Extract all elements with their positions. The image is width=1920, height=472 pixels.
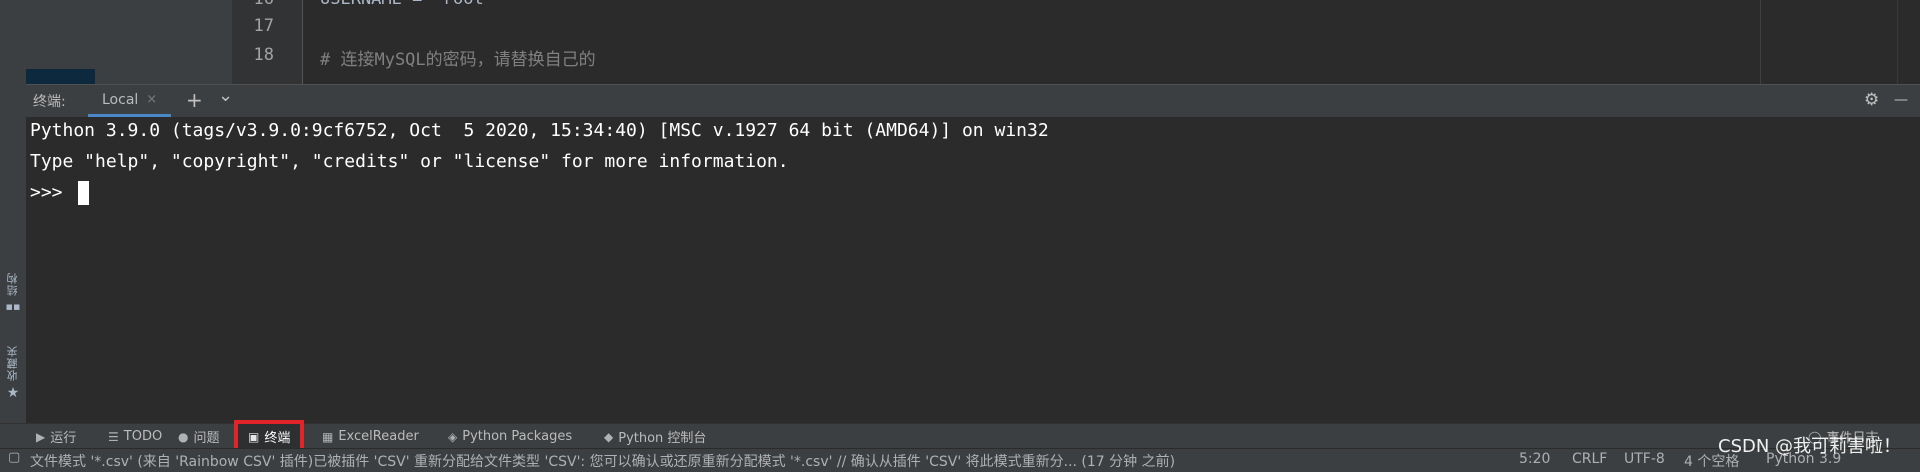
status-bar: ▢ 文件模式 '*.csv' (来自 'Rainbow CSV' 插件)已被插件… [0, 448, 1920, 472]
tool-window-todo[interactable]: ☰ TODO [108, 424, 162, 449]
packages-icon: ◈ [448, 429, 458, 444]
terminal-prompt: >>> [30, 182, 74, 203]
excel-icon: ▦ [322, 429, 334, 444]
tool-window-bar: ▶ 运行 ☰ TODO ● 问题 ▣ 终端 ▦ ExcelReader ◈ Py… [0, 420, 1920, 453]
tool-window-label: 运行 [50, 431, 77, 446]
tool-window-excelreader[interactable]: ▦ ExcelReader [322, 424, 419, 449]
favorites-label: 收藏夹 [6, 345, 19, 381]
tool-window-problems[interactable]: ● 问题 [178, 424, 220, 449]
problems-icon: ● [178, 429, 189, 444]
python-console-icon: ◆ [604, 429, 614, 444]
tab-local[interactable]: Local × [88, 85, 172, 117]
minimize-icon[interactable]: — [1894, 89, 1908, 111]
add-tab-icon[interactable]: + [186, 89, 203, 111]
terminal-header: 终端: Local × + ⌄ ⚙ — [26, 84, 1920, 118]
terminal-cursor [78, 181, 89, 205]
close-icon[interactable]: × [146, 92, 157, 107]
gear-icon[interactable]: ⚙ [1864, 89, 1879, 111]
line-number: 16 [254, 0, 274, 9]
tool-window-label: 终端 [264, 431, 291, 446]
favorites-tool-button[interactable]: 收藏夹 ★ [2, 345, 24, 401]
chevron-down-icon[interactable]: ⌄ [218, 85, 233, 107]
file-encoding[interactable]: UTF-8 [1624, 451, 1665, 467]
layout-icon[interactable]: ▢ [8, 450, 20, 465]
structure-tool-button[interactable]: 结构 ▪▪ [2, 272, 24, 313]
tool-window-python-console[interactable]: ◆ Python 控制台 [604, 424, 706, 449]
structure-icon: ▪▪ [5, 300, 21, 313]
tool-window-python-packages[interactable]: ◈ Python Packages [448, 424, 572, 449]
terminal-line: Python 3.9.0 (tags/v3.9.0:9cf6752, Oct 5… [30, 120, 1049, 141]
tool-window-label: Python 控制台 [618, 431, 707, 446]
terminal-output[interactable]: Python 3.9.0 (tags/v3.9.0:9cf6752, Oct 5… [26, 117, 1920, 423]
line-gutter: 16 17 18 [232, 0, 303, 84]
tool-window-run[interactable]: ▶ 运行 [36, 424, 76, 449]
todo-icon: ☰ [108, 429, 119, 444]
caret-position[interactable]: 5:20 [1519, 451, 1550, 467]
star-icon: ★ [6, 385, 20, 401]
terminal-line: Type "help", "copyright", "credits" or "… [30, 151, 789, 172]
code-line[interactable]: USERNAME = 'root' [320, 0, 494, 9]
tool-window-label: TODO [123, 429, 163, 444]
project-panel [26, 0, 232, 84]
line-number: 17 [253, 16, 274, 36]
csdn-watermark: CSDN @我可莉害啦！ [1718, 436, 1902, 457]
code-editor: 16 17 18 USERNAME = 'root' # 连接MySQL的密码，… [26, 0, 1920, 84]
status-message[interactable]: 文件模式 '*.csv' (来自 'Rainbow CSV' 插件)已被插件 '… [30, 451, 1175, 471]
left-tool-strip: 结构 ▪▪ 收藏夹 ★ [0, 0, 27, 423]
line-number: 18 [253, 45, 274, 65]
tool-window-label: 问题 [193, 431, 220, 446]
terminal-title: 终端: [33, 94, 66, 110]
terminal-icon: ▣ [248, 429, 260, 444]
structure-label: 结构 [6, 272, 19, 296]
tab-label: Local [102, 91, 139, 108]
right-margin-guide [1760, 0, 1761, 84]
editor-scrollbar[interactable] [1897, 0, 1920, 84]
code-comment-line[interactable]: # 连接MySQL的密码，请替换自己的 [320, 45, 596, 70]
project-selection [26, 69, 95, 84]
line-ending[interactable]: CRLF [1572, 451, 1607, 467]
tool-window-label: ExcelReader [338, 429, 419, 444]
run-icon: ▶ [36, 429, 46, 444]
tool-window-label: Python Packages [462, 429, 573, 444]
tool-window-terminal[interactable]: ▣ 终端 [233, 420, 305, 453]
